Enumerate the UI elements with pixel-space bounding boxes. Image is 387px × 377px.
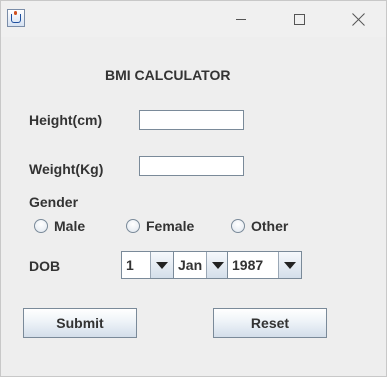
dob-day-select[interactable]: 1 xyxy=(121,251,174,279)
close-button[interactable] xyxy=(337,6,381,32)
gender-option-label: Female xyxy=(146,218,195,234)
radio-circle-icon[interactable] xyxy=(231,219,245,233)
gender-option-label: Male xyxy=(54,218,86,234)
dropdown-arrow-button[interactable] xyxy=(206,252,229,278)
dob-month-select[interactable]: Jan xyxy=(173,251,230,279)
gender-option-label: Other xyxy=(251,218,289,234)
weight-input[interactable] xyxy=(139,156,244,176)
chevron-down-icon xyxy=(284,261,296,269)
chevron-down-icon xyxy=(156,261,168,269)
gender-radio-female[interactable]: Female xyxy=(126,218,194,234)
dob-year-value: 1987 xyxy=(232,257,264,273)
minimize-button[interactable] xyxy=(219,6,263,32)
submit-button[interactable]: Submit xyxy=(23,308,137,338)
dropdown-arrow-button[interactable] xyxy=(150,252,173,278)
minimize-icon xyxy=(236,18,246,20)
dob-day-value: 1 xyxy=(126,257,134,273)
reset-button[interactable]: Reset xyxy=(213,308,327,338)
java-cup-icon xyxy=(7,9,25,27)
dob-month-value: Jan xyxy=(178,257,203,273)
radio-circle-icon[interactable] xyxy=(126,219,140,233)
dob-year-select[interactable]: 1987 xyxy=(227,251,302,279)
radio-circle-icon[interactable] xyxy=(34,219,48,233)
form-title: BMI CALCULATOR xyxy=(105,67,231,83)
height-input[interactable] xyxy=(139,110,244,130)
chevron-down-icon xyxy=(212,261,224,269)
maximize-icon xyxy=(293,13,305,25)
dob-label: DOB xyxy=(29,258,61,274)
title-bar[interactable] xyxy=(1,1,386,37)
close-icon xyxy=(352,12,366,26)
gender-radio-other[interactable]: Other xyxy=(231,218,288,234)
weight-label: Weight(Kg) xyxy=(29,161,104,177)
maximize-button[interactable] xyxy=(277,6,321,32)
gender-label: Gender xyxy=(29,194,79,210)
height-label: Height(cm) xyxy=(29,112,103,128)
gender-radio-male[interactable]: Male xyxy=(34,218,85,234)
dropdown-arrow-button[interactable] xyxy=(278,252,301,278)
app-window: BMI CALCULATOR Height(cm) Weight(Kg) Gen… xyxy=(0,0,387,377)
